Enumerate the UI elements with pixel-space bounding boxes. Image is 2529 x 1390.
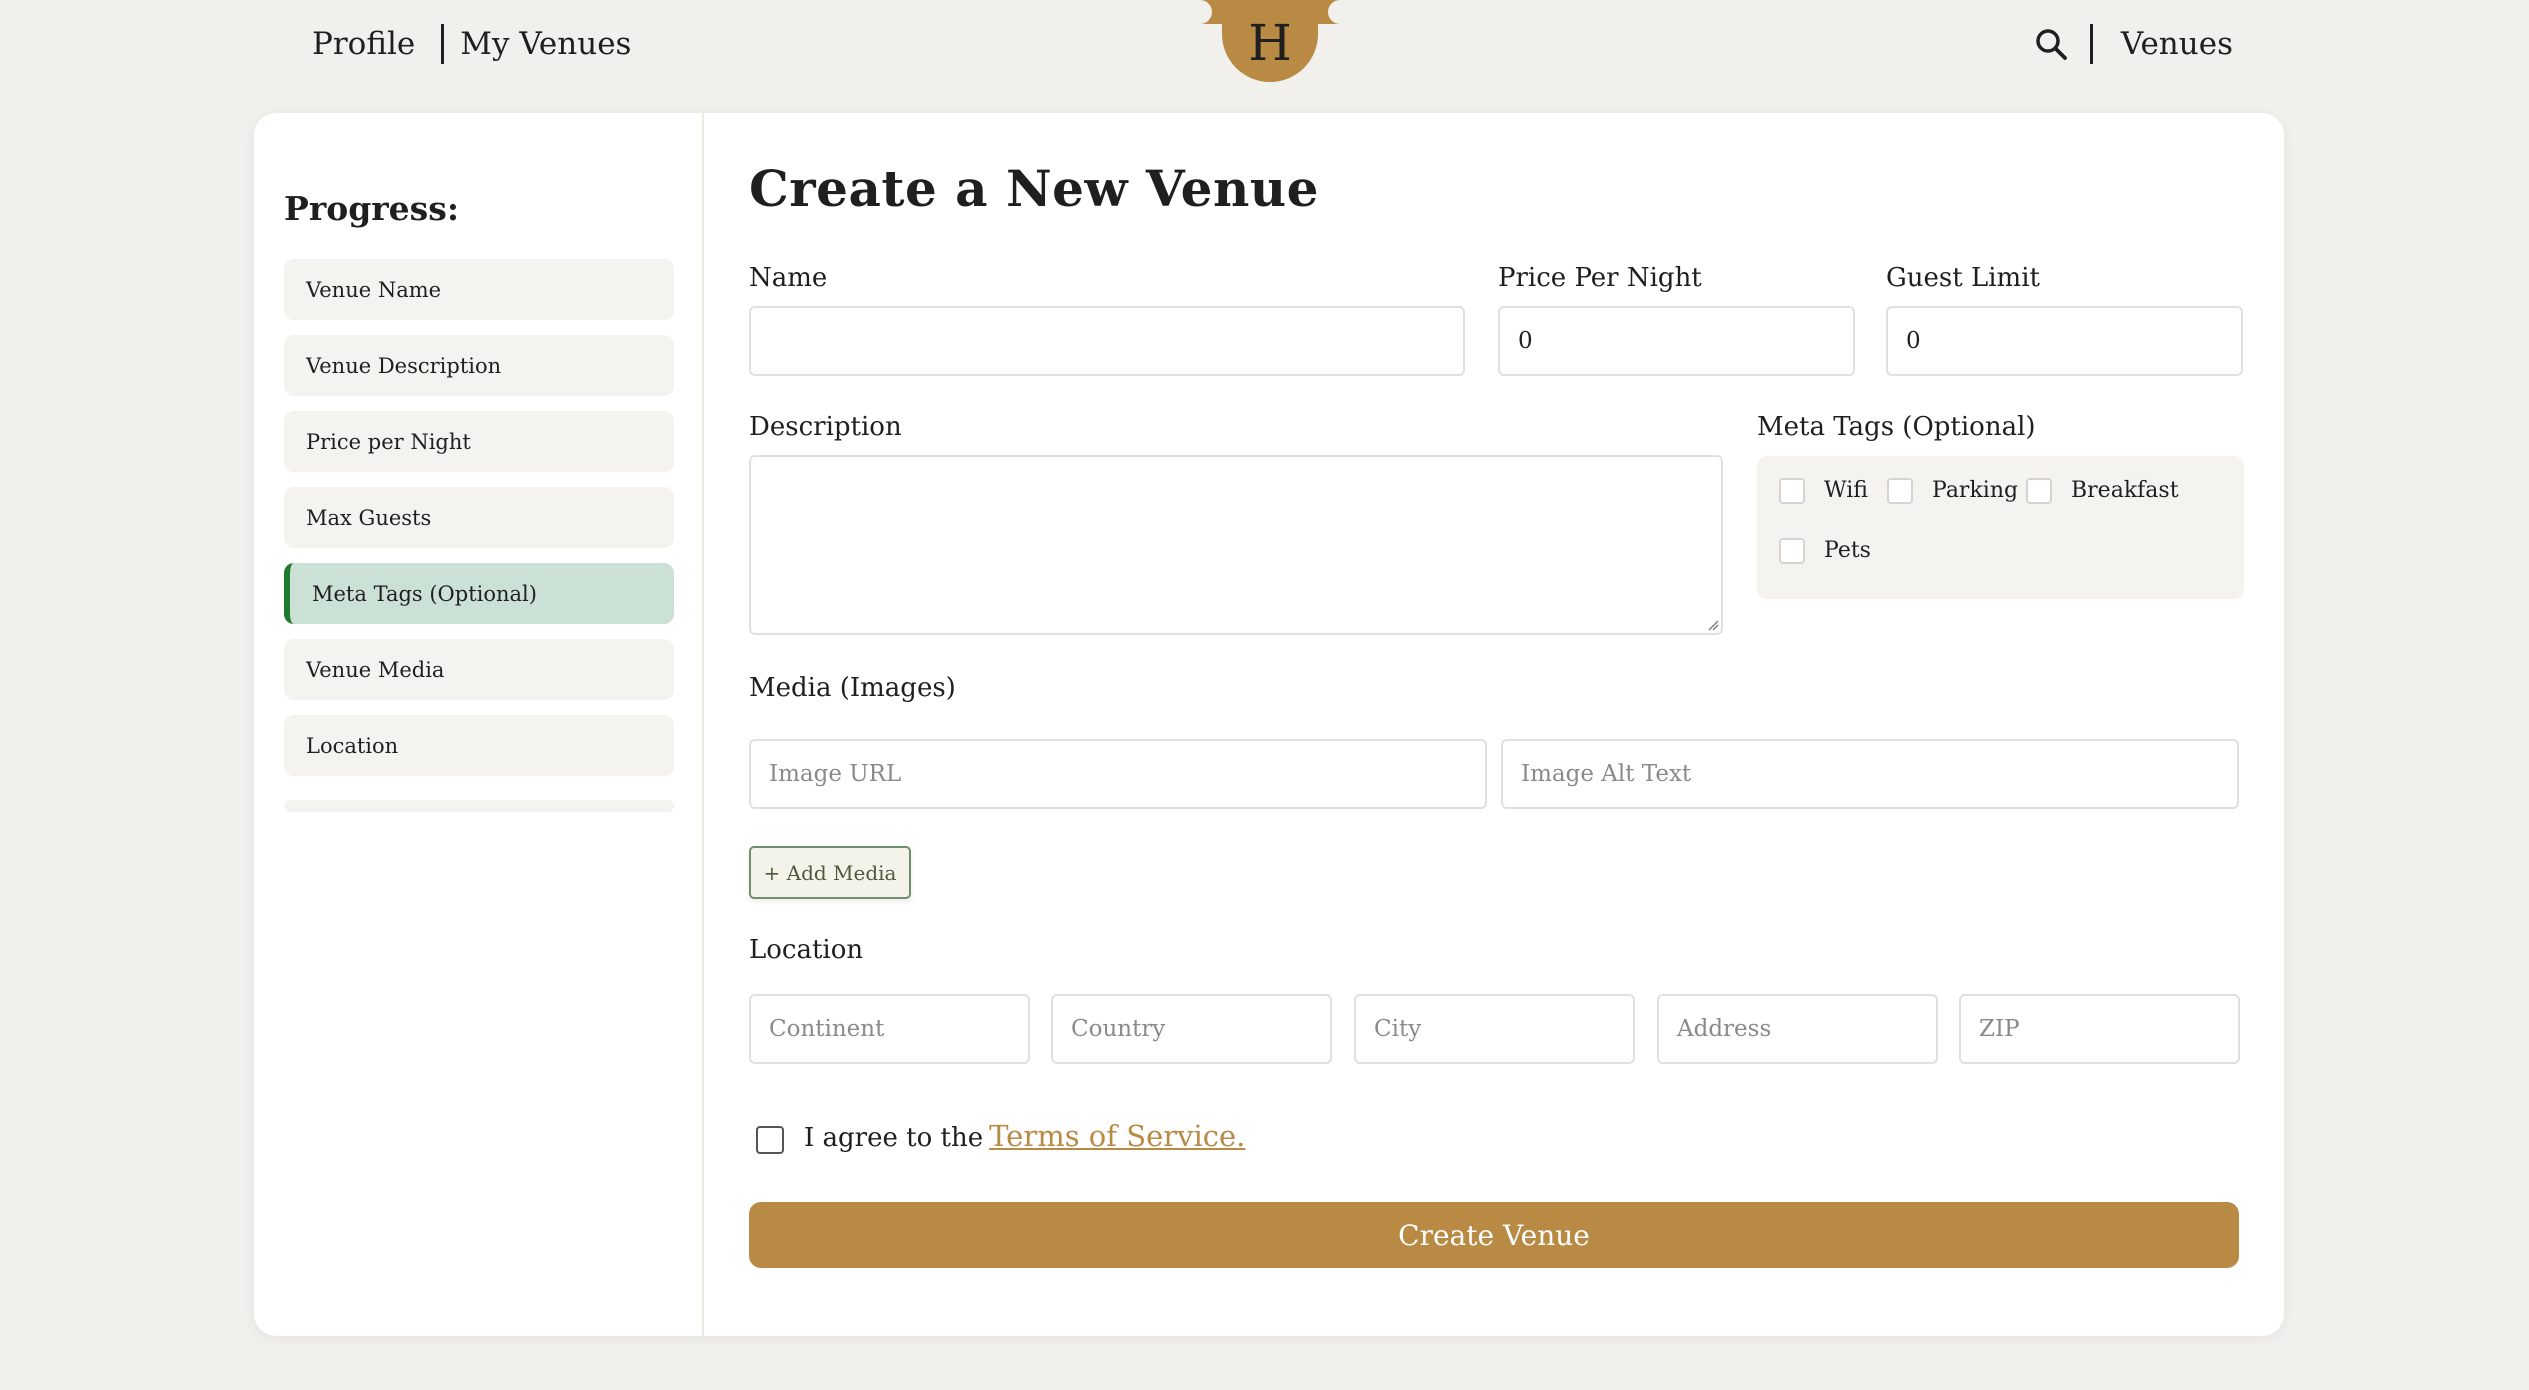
logo[interactable]: H [1188, 0, 1352, 85]
terms-agree-text: I agree to the [804, 1123, 984, 1153]
meta-tags-box: Wifi Parking Breakfast Pets [1757, 456, 2244, 599]
logo-badge: H [1222, 0, 1318, 82]
description-textarea[interactable] [749, 455, 1723, 635]
parking-checkbox[interactable] [1887, 478, 1913, 504]
nav-divider [2089, 24, 2093, 64]
nav-profile-link[interactable]: Profile [312, 26, 415, 62]
wifi-checkbox[interactable] [1779, 478, 1805, 504]
meta-tags-label: Meta Tags (Optional) [1757, 412, 2036, 442]
logo-ear-right [1316, 0, 1352, 24]
venue-form: Create a New Venue Name Price Per Night … [749, 113, 2244, 1336]
pets-checkbox[interactable] [1779, 538, 1805, 564]
guest-limit-input[interactable]: 0 [1886, 306, 2243, 376]
create-venue-card: Progress: Venue Name Venue Description P… [254, 113, 2284, 1336]
price-input[interactable]: 0 [1498, 306, 1855, 376]
page-title: Create a New Venue [749, 159, 1319, 218]
add-media-button[interactable]: + Add Media [749, 846, 911, 899]
step-meta-tags[interactable]: Meta Tags (Optional) [284, 563, 674, 624]
media-label: Media (Images) [749, 673, 956, 703]
progress-title: Progress: [284, 189, 460, 228]
name-input[interactable] [749, 306, 1465, 376]
nav-divider [441, 24, 445, 64]
name-label: Name [749, 263, 828, 293]
zip-input[interactable]: ZIP [1959, 994, 2240, 1064]
breakfast-checkbox[interactable] [2026, 478, 2052, 504]
terms-of-service-link[interactable]: Terms of Service. [989, 1119, 1245, 1153]
resize-grip-icon[interactable] [1707, 619, 1719, 631]
top-nav: Profile My Venues H Venues [0, 0, 2529, 110]
search-icon[interactable] [2034, 27, 2068, 61]
breakfast-label: Breakfast [2071, 478, 2179, 503]
progress-steps: Venue Name Venue Description Price per N… [284, 259, 674, 812]
create-venue-button[interactable]: Create Venue [749, 1202, 2239, 1268]
continent-input[interactable]: Continent [749, 994, 1030, 1064]
step-venue-name[interactable]: Venue Name [284, 259, 674, 320]
step-location[interactable]: Location [284, 715, 674, 776]
step-max-guests[interactable]: Max Guests [284, 487, 674, 548]
city-input[interactable]: City [1354, 994, 1635, 1064]
image-url-input[interactable]: Image URL [749, 739, 1487, 809]
nav-venues-link[interactable]: Venues [2121, 26, 2233, 62]
step-price-per-night[interactable]: Price per Night [284, 411, 674, 472]
nav-right: Venues [2034, 24, 2233, 64]
terms-agreement: I agree to the Terms of Service. [804, 1119, 1245, 1153]
country-input[interactable]: Country [1051, 994, 1332, 1064]
parking-label: Parking [1932, 478, 2019, 503]
progress-sidebar: Progress: Venue Name Venue Description P… [254, 113, 704, 1336]
image-alt-input[interactable]: Image Alt Text [1501, 739, 2239, 809]
wifi-label: Wifi [1824, 478, 1868, 503]
nav-left: Profile My Venues [312, 24, 631, 64]
progress-bar-track [284, 800, 674, 812]
terms-checkbox[interactable] [756, 1126, 784, 1154]
location-label: Location [749, 935, 864, 965]
pets-label: Pets [1824, 538, 1871, 563]
logo-ear-left [1188, 0, 1224, 24]
address-input[interactable]: Address [1657, 994, 1938, 1064]
nav-my-venues-link[interactable]: My Venues [460, 26, 631, 62]
price-label: Price Per Night [1498, 263, 1702, 293]
description-label: Description [749, 412, 902, 442]
step-venue-media[interactable]: Venue Media [284, 639, 674, 700]
guest-limit-label: Guest Limit [1886, 263, 2040, 293]
step-venue-description[interactable]: Venue Description [284, 335, 674, 396]
